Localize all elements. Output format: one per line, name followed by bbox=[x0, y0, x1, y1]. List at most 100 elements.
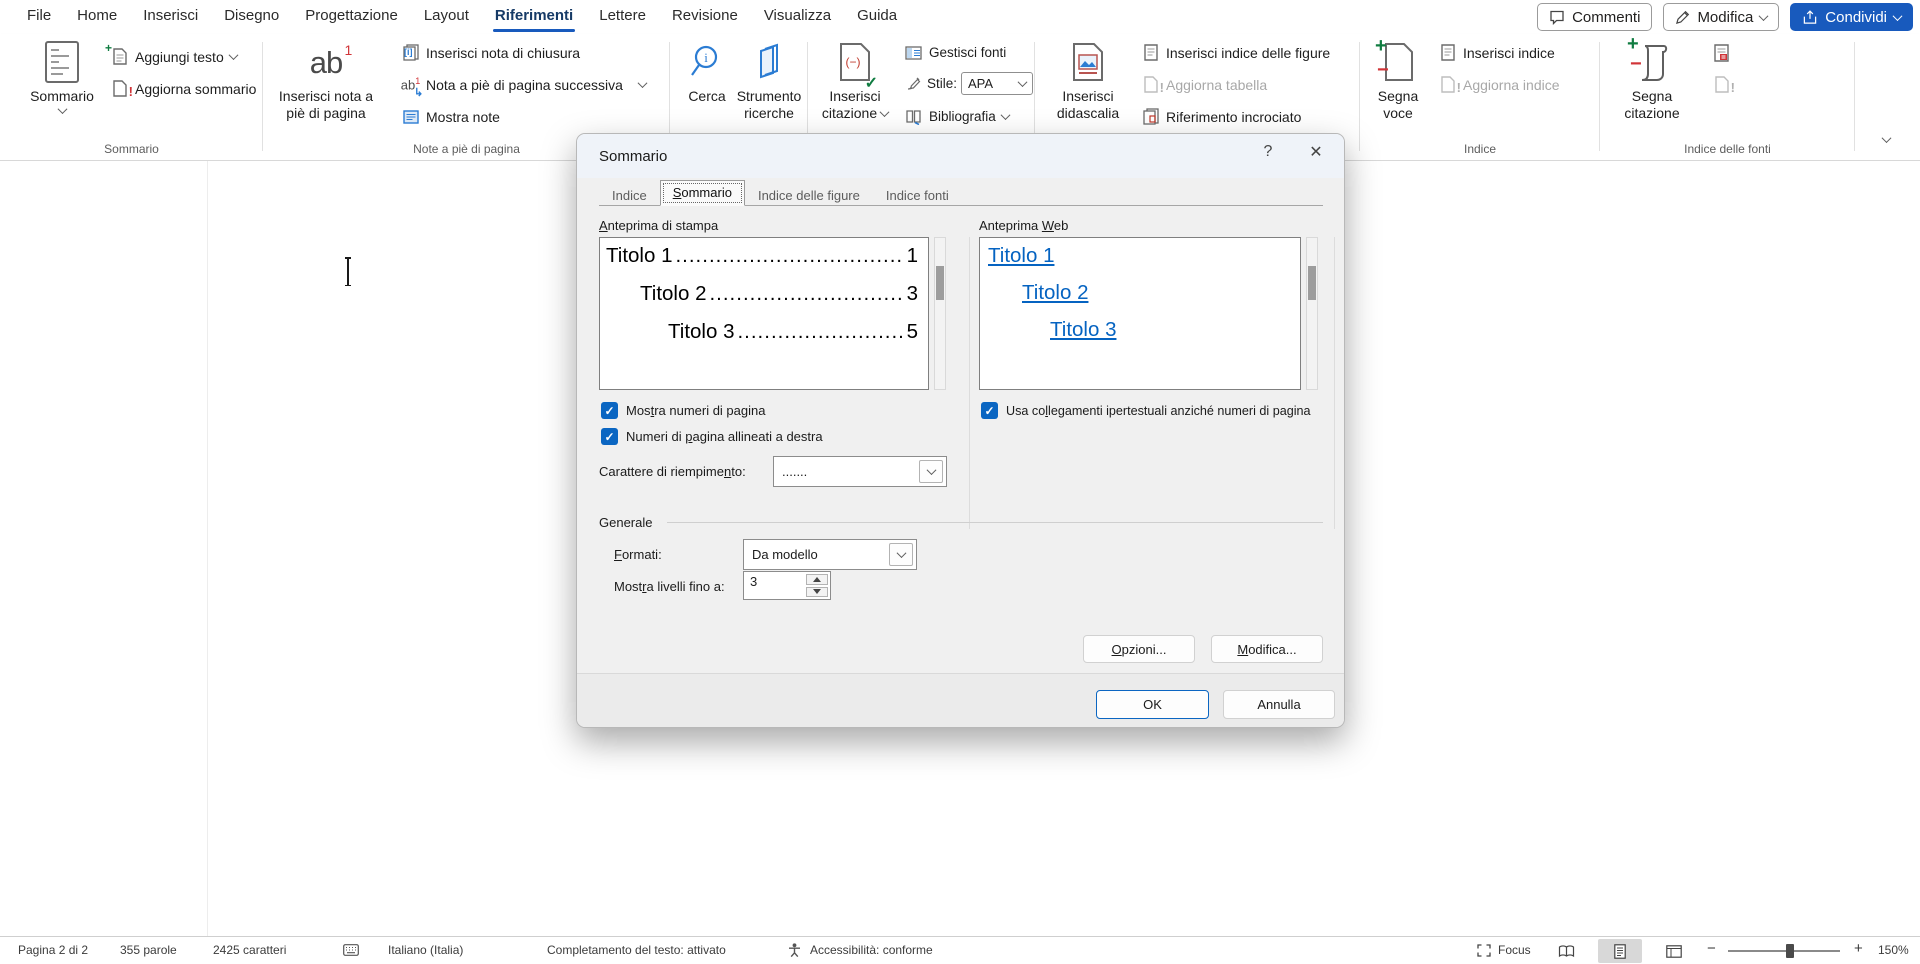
checkbox-checked-icon[interactable] bbox=[981, 402, 998, 419]
footnote-icon: ab1 bbox=[310, 38, 342, 86]
insert-citation-button[interactable]: (−) ✓ Inserisci citazione bbox=[812, 38, 898, 122]
use-hyperlinks-row[interactable]: Usa collegamenti ipertestuali anziché nu… bbox=[981, 402, 1311, 419]
tab-indice-fonti[interactable]: Indice fonti bbox=[873, 184, 962, 206]
spin-up-button[interactable] bbox=[806, 574, 828, 585]
menu-tab-file[interactable]: File bbox=[14, 0, 64, 34]
tab-leader-select[interactable]: ....... bbox=[773, 456, 947, 487]
checkbox-checked-icon[interactable] bbox=[601, 402, 618, 419]
toc-dialog: Sommario ? ✕ Indice Sommario Indice dell… bbox=[576, 133, 1345, 728]
toc-button[interactable]: Sommario bbox=[22, 38, 102, 114]
tab-indice[interactable]: Indice bbox=[599, 184, 660, 206]
char-count[interactable]: 2425 caratteri bbox=[213, 943, 286, 957]
right-align-numbers-row[interactable]: Numeri di pagina allineati a destra bbox=[601, 428, 823, 445]
ok-button[interactable]: OK bbox=[1096, 690, 1209, 719]
insert-table-of-figures-button[interactable]: Inserisci indice delle figure bbox=[1141, 40, 1330, 65]
show-levels-spinner[interactable]: 3 bbox=[743, 571, 831, 600]
view-web-layout-button[interactable] bbox=[1652, 939, 1696, 963]
menu-tab-disegno[interactable]: Disegno bbox=[211, 0, 292, 34]
search-button[interactable]: i Cerca bbox=[682, 38, 732, 105]
update-table-icon: ! bbox=[1141, 75, 1160, 94]
insert-index-button[interactable]: Inserisci indice bbox=[1438, 40, 1555, 65]
menu-tab-lettere[interactable]: Lettere bbox=[586, 0, 659, 34]
chevron-down-icon bbox=[57, 104, 67, 114]
zoom-slider-thumb[interactable] bbox=[1786, 944, 1794, 958]
tab-sommario[interactable]: Sommario bbox=[660, 180, 745, 206]
keyboard-icon[interactable] bbox=[343, 944, 359, 959]
insert-footnote-button[interactable]: ab1 Inserisci nota a piè di pagina bbox=[271, 38, 381, 122]
mark-entry-button[interactable]: + − Segna voce bbox=[1366, 38, 1430, 122]
formats-select[interactable]: Da modello bbox=[743, 539, 917, 570]
dropdown-button[interactable] bbox=[919, 460, 943, 483]
comments-button[interactable]: Commenti bbox=[1537, 3, 1652, 31]
menu-tab-inserisci[interactable]: Inserisci bbox=[130, 0, 211, 34]
scrollbar-thumb[interactable] bbox=[1308, 266, 1316, 300]
next-footnote-button[interactable]: ab1↳ Nota a piè di pagina successiva bbox=[401, 72, 646, 97]
options-button[interactable]: Opzioni... bbox=[1083, 635, 1195, 663]
text-completion-indicator[interactable]: Completamento del testo: attivato bbox=[547, 943, 726, 957]
print-preview-scrollbar[interactable] bbox=[934, 237, 946, 390]
researcher-button[interactable]: Strumento ricerche bbox=[732, 38, 806, 122]
menu-tab-home[interactable]: Home bbox=[64, 0, 130, 34]
scrollbar-thumb[interactable] bbox=[936, 266, 944, 300]
menu-tab-guida[interactable]: Guida bbox=[844, 0, 910, 34]
dialog-close-button[interactable]: ✕ bbox=[1294, 134, 1338, 170]
insert-table-of-authorities-button[interactable] bbox=[1712, 40, 1731, 65]
focus-button[interactable]: Focus bbox=[1498, 943, 1531, 957]
dot-leader bbox=[675, 244, 903, 268]
cancel-button[interactable]: Annulla bbox=[1223, 690, 1335, 719]
manage-sources-button[interactable]: Gestisci fonti bbox=[904, 40, 1006, 65]
modify-button[interactable]: Modifica... bbox=[1211, 635, 1323, 663]
citation-style-select[interactable]: APA bbox=[961, 72, 1033, 95]
menu-tab-visualizza[interactable]: Visualizza bbox=[751, 0, 844, 34]
menu-tab-progettazione[interactable]: Progettazione bbox=[292, 0, 411, 34]
spin-down-button[interactable] bbox=[806, 587, 828, 598]
show-notes-button[interactable]: Mostra note bbox=[401, 104, 500, 129]
mark-citation-button[interactable]: + − Segna citazione bbox=[1612, 38, 1692, 122]
general-section-line bbox=[667, 522, 1323, 523]
mark-entry-icon: + − bbox=[1382, 38, 1414, 86]
ribbon-group-index: + − Segna voce Inserisci indice ! Aggior… bbox=[1360, 34, 1600, 161]
dropdown-button[interactable] bbox=[889, 543, 913, 566]
zoom-out-button[interactable]: − bbox=[1707, 940, 1716, 957]
page-indicator[interactable]: Pagina 2 di 2 bbox=[18, 943, 88, 957]
accessibility-status[interactable]: Accessibilità: conforme bbox=[810, 943, 933, 957]
update-index-label: Aggiorna indice bbox=[1463, 77, 1560, 93]
update-toc-button[interactable]: ! Aggiorna sommario bbox=[110, 76, 256, 101]
menu-tab-riferimenti[interactable]: Riferimenti bbox=[482, 0, 586, 34]
share-button[interactable]: Condividi bbox=[1790, 3, 1913, 31]
insert-table-of-figures-label: Inserisci indice delle figure bbox=[1166, 45, 1330, 61]
insert-index-icon bbox=[1438, 43, 1457, 62]
checkbox-checked-icon[interactable] bbox=[601, 428, 618, 445]
manage-sources-label: Gestisci fonti bbox=[929, 45, 1006, 60]
zoom-slider[interactable] bbox=[1728, 950, 1840, 952]
bibliography-button[interactable]: Bibliografia bbox=[904, 104, 1009, 129]
update-table-button: ! Aggiorna tabella bbox=[1141, 72, 1267, 97]
toc-preview-entry: Titolo 2 3 bbox=[606, 282, 918, 306]
word-count[interactable]: 355 parole bbox=[120, 943, 177, 957]
show-page-numbers-row[interactable]: Mostra numeri di pagina bbox=[601, 402, 765, 419]
zoom-in-button[interactable]: + bbox=[1854, 940, 1863, 957]
bibliography-label: Bibliografia bbox=[929, 109, 996, 124]
insert-caption-button[interactable]: Inserisci didascalia bbox=[1043, 38, 1133, 122]
dialog-help-button[interactable]: ? bbox=[1246, 134, 1290, 170]
view-read-mode-button[interactable] bbox=[1544, 939, 1588, 963]
tab-indice-figure[interactable]: Indice delle figure bbox=[745, 184, 873, 206]
editing-mode-button[interactable]: Modifica bbox=[1663, 3, 1779, 31]
menu-tab-revisione[interactable]: Revisione bbox=[659, 0, 751, 34]
endnote-icon: [i] bbox=[401, 43, 420, 62]
zoom-level[interactable]: 150% bbox=[1878, 943, 1909, 957]
comment-icon bbox=[1549, 9, 1565, 25]
menu-tab-layout[interactable]: Layout bbox=[411, 0, 482, 34]
cross-reference-button[interactable]: Riferimento incrociato bbox=[1141, 104, 1301, 129]
insert-endnote-label: Inserisci nota di chiusura bbox=[426, 45, 580, 61]
language-indicator[interactable]: Italiano (Italia) bbox=[388, 943, 463, 957]
table-of-figures-icon bbox=[1141, 43, 1160, 62]
insert-endnote-button[interactable]: [i] Inserisci nota di chiusura bbox=[401, 40, 580, 65]
style-brush-icon bbox=[904, 74, 923, 93]
right-align-numbers-label: Numeri di pagina allineati a destra bbox=[626, 429, 823, 444]
add-text-button[interactable]: + Aggiungi testo bbox=[110, 44, 237, 69]
collapse-ribbon-icon[interactable] bbox=[1882, 133, 1892, 143]
web-preview-scrollbar[interactable] bbox=[1306, 237, 1318, 390]
view-print-layout-button[interactable] bbox=[1598, 939, 1642, 963]
insert-citation-label-2: citazione bbox=[822, 105, 877, 122]
